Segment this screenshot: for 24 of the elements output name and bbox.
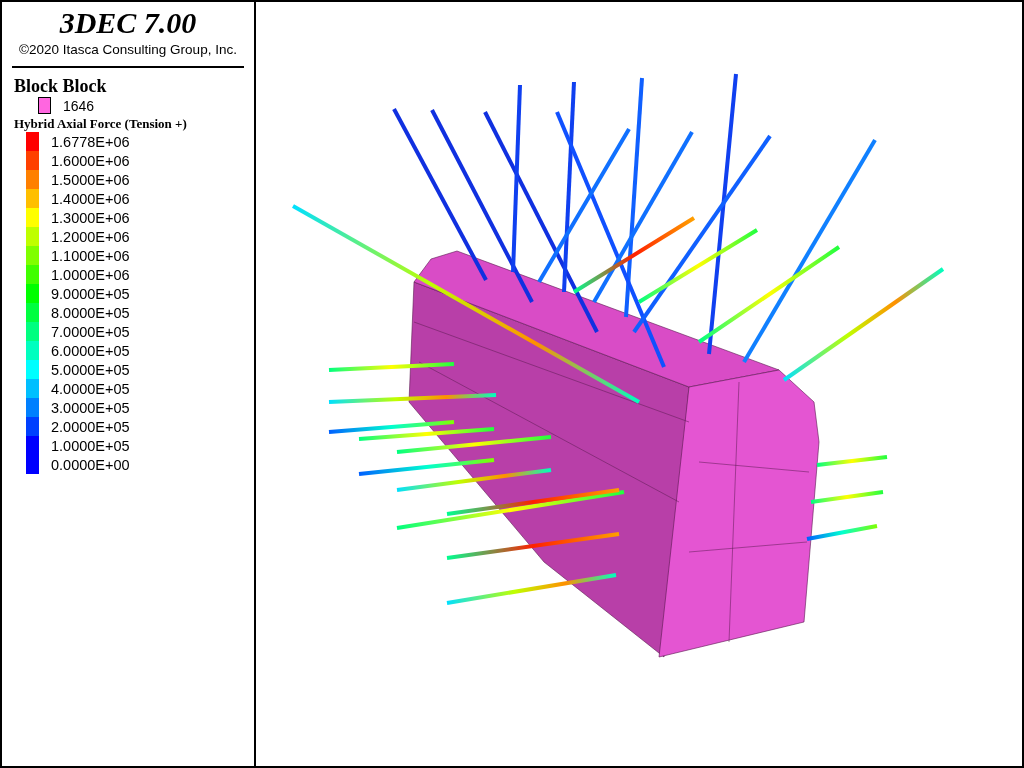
block-swatch [38, 97, 51, 114]
contour-value-label: 1.5000E+06 [51, 171, 130, 188]
contour-value-label: 3.0000E+05 [51, 399, 130, 416]
contour-value-label: 1.0000E+05 [51, 437, 130, 454]
contour-value-label: 1.6000E+06 [51, 152, 130, 169]
contour-value-label: 1.3000E+06 [51, 209, 130, 226]
contour-value-label: 1.6778E+06 [51, 133, 130, 150]
contour-value-label: 4.0000E+05 [51, 380, 130, 397]
contour-value-label: 1.1000E+06 [51, 247, 130, 264]
contour-value-label: 2.0000E+05 [51, 418, 130, 435]
plot-title: 3DEC 7.00 [58, 6, 198, 40]
copyright-text: ©2020 Itasca Consulting Group, Inc. [18, 42, 238, 57]
block-label: 1646 [63, 97, 95, 114]
contour-value-label: 0.0000E+00 [51, 456, 130, 473]
contour-value-label: 1.2000E+06 [51, 228, 130, 245]
contour-value-label: 9.0000E+05 [51, 285, 130, 302]
contour-value-label: 7.0000E+05 [51, 323, 130, 340]
block-heading: Block Block [13, 76, 108, 96]
contour-value-label: 5.0000E+05 [51, 361, 130, 378]
contour-value-label: 1.4000E+06 [51, 190, 130, 207]
contour-value-label: 8.0000E+05 [51, 304, 130, 321]
contour-value-label: 1.0000E+06 [51, 266, 130, 283]
contour-heading: Hybrid Axial Force (Tension +) [13, 115, 188, 132]
contour-value-label: 6.0000E+05 [51, 342, 130, 359]
